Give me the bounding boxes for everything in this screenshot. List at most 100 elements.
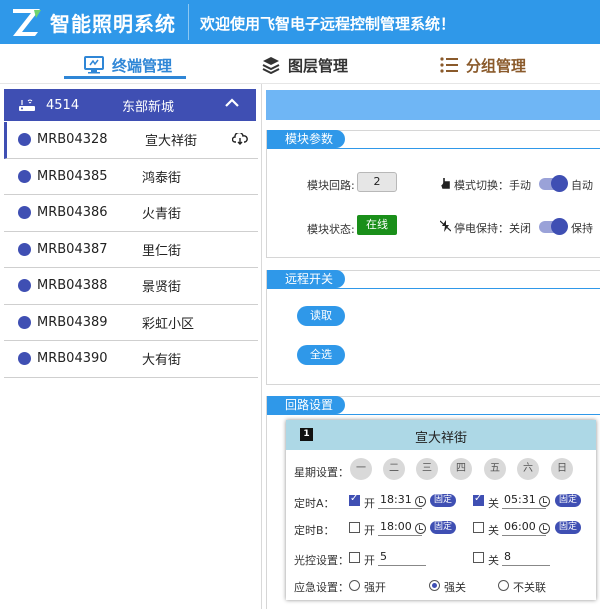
- list-icon: [440, 57, 458, 73]
- day-button-wed[interactable]: 三: [416, 458, 438, 480]
- device-id: MRB04389: [37, 314, 108, 330]
- device-row[interactable]: MRB04388 景贤街: [4, 268, 258, 305]
- light-on-label: 开: [364, 554, 375, 567]
- timer-b-off-fixed-badge[interactable]: 固定: [555, 521, 581, 534]
- timer-b-off-label: 关: [488, 524, 499, 537]
- device-row[interactable]: MRB04385 鸿泰街: [4, 159, 258, 195]
- day-button-sun[interactable]: 日: [551, 458, 573, 480]
- group-name: 东部新城: [122, 99, 175, 115]
- emergency-unlinked-radio[interactable]: [498, 580, 509, 591]
- timer-b-on-label: 开: [364, 524, 375, 537]
- welcome-text: 欢迎使用飞智电子远程控制管理系统！: [200, 15, 456, 33]
- chevron-up-icon[interactable]: [224, 95, 240, 111]
- device-id: MRB04328: [37, 132, 108, 148]
- timer-a-on-checkbox[interactable]: [349, 493, 360, 506]
- device-status-dot: [18, 242, 31, 256]
- emergency-force-on-radio[interactable]: [349, 580, 360, 591]
- loop-card-title: 宣大祥街: [414, 431, 467, 446]
- logo-icon: [13, 9, 41, 36]
- device-status-dot: [18, 279, 31, 293]
- timer-b-on-checkbox[interactable]: [349, 522, 360, 533]
- section-divider: [267, 288, 600, 289]
- light-off-checkbox[interactable]: [473, 552, 484, 563]
- clock-icon[interactable]: [539, 523, 550, 534]
- emergency-force-off-radio[interactable]: [429, 580, 440, 591]
- mode-switch-on-label: 自动: [571, 179, 593, 192]
- section-divider: [267, 148, 600, 149]
- device-row[interactable]: MRB04387 里仁街: [4, 232, 258, 268]
- tab-group-management[interactable]: 分组管理: [440, 52, 526, 78]
- clock-icon[interactable]: [539, 496, 550, 507]
- tab-label: 终端管理: [112, 56, 173, 75]
- timer-a-label: 定时A：: [294, 497, 335, 510]
- timer-b-off-checkbox[interactable]: [473, 522, 484, 533]
- timer-b-label: 定时B：: [294, 524, 335, 537]
- week-label: 星期设置：: [294, 466, 349, 479]
- tab-terminal-management[interactable]: 终端管理: [84, 52, 172, 78]
- device-name: 里仁街: [142, 243, 182, 259]
- device-row-selected[interactable]: MRB04328 宣大祥街: [4, 122, 258, 159]
- router-icon: [19, 99, 35, 111]
- detail-toolbar: [266, 90, 600, 120]
- header-divider: [188, 4, 189, 40]
- emergency-label: 应急设置：: [294, 581, 349, 594]
- timer-a-on-fixed-badge[interactable]: 固定: [430, 494, 456, 507]
- loop-label: 模块回路:: [307, 179, 355, 192]
- loop-card-header: 1 宣大祥街: [286, 420, 596, 450]
- tab-label: 图层管理: [288, 56, 349, 75]
- module-params-section: 模块参数 模块回路: 2 模式切换：手动 自动 模块状态: 在线 停电保持：关闭…: [266, 130, 600, 258]
- device-name: 宣大祥街: [145, 134, 198, 150]
- device-row[interactable]: MRB04386 火青街: [4, 195, 258, 232]
- device-sidebar: 4514 东部新城 MRB04328 宣大祥街 MRB04385 鸿泰街 MRB…: [0, 84, 262, 609]
- layers-icon: [262, 57, 280, 74]
- day-button-thu[interactable]: 四: [450, 458, 472, 480]
- power-off-icon: [440, 220, 451, 232]
- hand-pointer-icon: [441, 178, 450, 189]
- active-tab-indicator: [64, 76, 186, 79]
- read-button[interactable]: 读取: [297, 306, 345, 326]
- clock-icon[interactable]: [415, 496, 426, 507]
- timer-a-off-checkbox[interactable]: [473, 493, 484, 506]
- day-button-fri[interactable]: 五: [484, 458, 506, 480]
- emergency-option-label: 强关: [444, 581, 466, 594]
- timer-a-off-label: 关: [488, 497, 499, 510]
- toggle-knob: [551, 218, 568, 235]
- power-hold-toggle[interactable]: [539, 218, 568, 235]
- terminal-icon: [84, 56, 104, 74]
- app-title: 智能照明系统: [50, 12, 176, 36]
- device-status-dot: [18, 133, 31, 147]
- light-off-value[interactable]: 8: [502, 550, 550, 566]
- device-row[interactable]: MRB04389 彩虹小区: [4, 305, 258, 341]
- day-button-mon[interactable]: 一: [350, 458, 372, 480]
- device-name: 大有街: [142, 353, 182, 369]
- section-divider: [267, 414, 600, 415]
- status-label: 模块状态:: [307, 223, 355, 236]
- device-status-dot: [18, 352, 31, 366]
- select-all-button[interactable]: 全选: [297, 345, 345, 365]
- day-button-tue[interactable]: 二: [383, 458, 405, 480]
- section-title: 模块参数: [267, 130, 346, 148]
- timer-a-off-fixed-badge[interactable]: 固定: [555, 494, 581, 507]
- mode-switch-label: 模式切换：手动: [454, 179, 531, 192]
- device-status-dot: [18, 206, 31, 220]
- light-on-checkbox[interactable]: [349, 552, 360, 563]
- emergency-option-label: 强开: [364, 581, 386, 594]
- group-header[interactable]: 4514 东部新城: [4, 89, 256, 121]
- emergency-option-label: 不关联: [513, 581, 546, 594]
- light-on-value[interactable]: 5: [378, 550, 426, 566]
- tab-layer-management[interactable]: 图层管理: [262, 52, 348, 78]
- device-status-dot: [18, 169, 31, 183]
- device-id: MRB04390: [37, 351, 108, 367]
- day-button-sat[interactable]: 六: [517, 458, 539, 480]
- timer-b-on-fixed-badge[interactable]: 固定: [430, 521, 456, 534]
- device-id: MRB04386: [37, 205, 108, 221]
- device-name: 景贤街: [142, 280, 182, 296]
- device-row[interactable]: MRB04390 大有街: [4, 341, 258, 378]
- mode-switch-toggle[interactable]: [539, 175, 568, 192]
- group-id: 4514: [46, 97, 80, 113]
- cloud-download-icon[interactable]: [232, 133, 248, 145]
- device-id: MRB04388: [37, 278, 108, 294]
- section-title: 回路设置: [267, 396, 346, 414]
- clock-icon[interactable]: [415, 523, 426, 534]
- device-list: MRB04328 宣大祥街 MRB04385 鸿泰街 MRB04386 火青街 …: [4, 122, 258, 378]
